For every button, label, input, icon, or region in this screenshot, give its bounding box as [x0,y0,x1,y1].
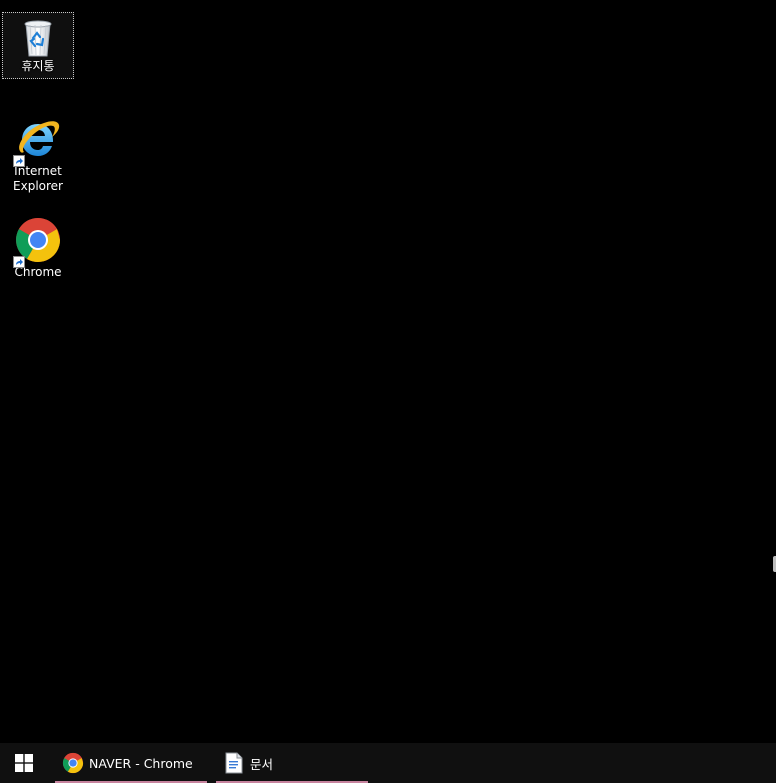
taskbar: NAVER - Chrome 문서 [0,743,776,783]
internet-explorer-icon [13,115,62,167]
desktop-icon-recycle-bin[interactable]: 휴지통 [2,12,74,79]
internet-explorer-label: Internet Explorer [13,164,63,193]
shortcut-arrow-icon [13,256,25,268]
taskbar-item-naver-chrome[interactable]: NAVER - Chrome [55,743,207,783]
shortcut-arrow-icon [13,155,25,167]
desktop-icon-chrome[interactable]: Chrome [2,213,74,280]
desktop-icon-internet-explorer[interactable]: Internet Explorer [2,112,74,194]
taskbar-item-documents[interactable]: 문서 [216,743,368,783]
taskbar-item-label: 문서 [250,756,274,772]
desktop[interactable]: 휴지통 Internet Explorer Chrome [0,0,776,743]
recycle-bin-label: 휴지통 [21,59,55,73]
chrome-icon [62,752,84,774]
chrome-icon [13,216,62,268]
windows-logo-icon [15,754,33,772]
taskbar-item-label: NAVER - Chrome [89,755,193,771]
document-icon [223,752,245,774]
recycle-bin-icon [18,16,58,58]
start-button[interactable] [0,743,48,783]
